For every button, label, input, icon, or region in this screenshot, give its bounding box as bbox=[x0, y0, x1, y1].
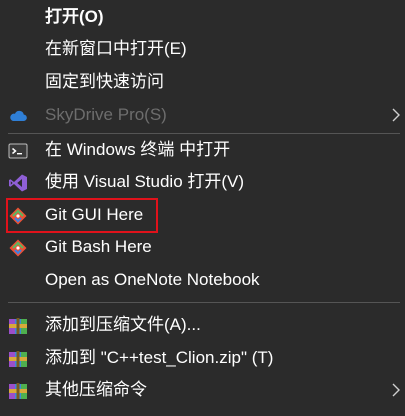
chevron-right-icon bbox=[391, 108, 401, 122]
menu-item-open[interactable]: 打开(O) bbox=[0, 1, 405, 33]
menu-item-pin-quick-access[interactable]: 固定到快速访问 bbox=[0, 66, 405, 98]
menu-item-add-to-archive[interactable]: 添加到压缩文件(A)... bbox=[0, 309, 405, 341]
archive-icon bbox=[8, 349, 28, 369]
menu-item-label: 添加到压缩文件(A)... bbox=[45, 315, 201, 334]
menu-item-open-in-terminal[interactable]: 在 Windows 终端 中打开 bbox=[0, 134, 405, 166]
menu-item-label: 在 Windows 终端 中打开 bbox=[45, 140, 231, 159]
archive-icon bbox=[8, 316, 28, 336]
archive-icon bbox=[8, 381, 28, 401]
visual-studio-icon bbox=[8, 173, 28, 193]
menu-item-label: Open as OneNote Notebook bbox=[45, 270, 260, 289]
git-icon bbox=[8, 206, 28, 226]
menu-item-label: Git Bash Here bbox=[45, 237, 152, 256]
menu-item-label: SkyDrive Pro(S) bbox=[45, 105, 167, 124]
menu-item-label: 其他压缩命令 bbox=[45, 380, 147, 399]
menu-item-open-new-window[interactable]: 在新窗口中打开(E) bbox=[0, 33, 405, 65]
menu-item-label: 使用 Visual Studio 打开(V) bbox=[45, 172, 245, 191]
menu-item-git-bash-here[interactable]: Git Bash Here bbox=[0, 231, 405, 263]
terminal-icon bbox=[8, 141, 28, 161]
chevron-right-icon bbox=[391, 383, 401, 397]
menu-item-label: 打开(O) bbox=[45, 7, 104, 26]
git-icon bbox=[8, 238, 28, 258]
menu-item-skydrive-pro[interactable]: SkyDrive Pro(S) bbox=[0, 99, 405, 131]
menu-item-open-visual-studio[interactable]: 使用 Visual Studio 打开(V) bbox=[0, 166, 405, 198]
menu-item-git-gui-here[interactable]: Git GUI Here bbox=[0, 199, 405, 231]
menu-separator bbox=[8, 302, 400, 303]
menu-item-label: 固定到快速访问 bbox=[45, 72, 164, 91]
context-menu: 打开(O) 在新窗口中打开(E) 固定到快速访问 SkyDrive Pro(S) bbox=[0, 0, 405, 416]
menu-item-label: 添加到 "C++test_Clion.zip" (T) bbox=[45, 348, 274, 367]
menu-item-label: 在新窗口中打开(E) bbox=[45, 39, 187, 58]
menu-item-open-onenote[interactable]: Open as OneNote Notebook bbox=[0, 264, 405, 296]
menu-item-label: Git GUI Here bbox=[45, 205, 144, 224]
menu-item-other-compression-commands[interactable]: 其他压缩命令 bbox=[0, 374, 405, 406]
menu-item-add-to-zip[interactable]: 添加到 "C++test_Clion.zip" (T) bbox=[0, 342, 405, 374]
cloud-icon bbox=[8, 106, 28, 126]
